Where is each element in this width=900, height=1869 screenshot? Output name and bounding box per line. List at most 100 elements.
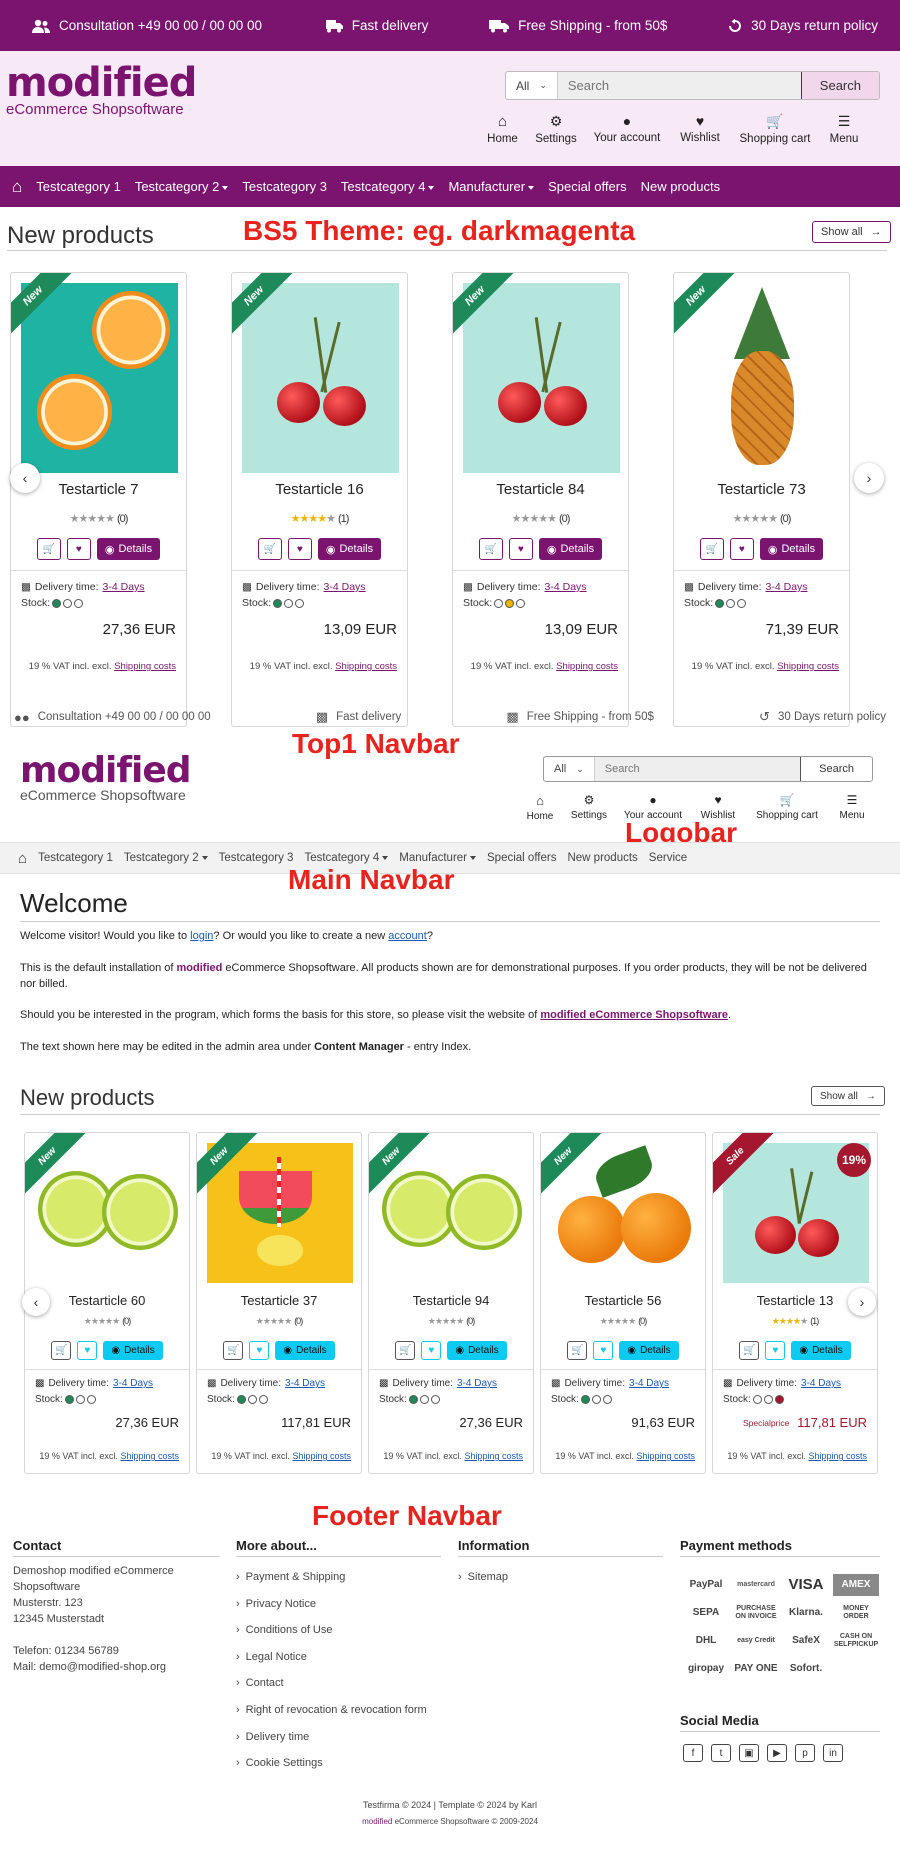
instagram-icon[interactable]: ▣	[739, 1744, 759, 1762]
shipping-costs-link[interactable]: Shipping costs	[464, 1451, 523, 1461]
footer-link[interactable]: › Conditions of Use	[236, 1624, 333, 1636]
product-image[interactable]	[379, 1143, 525, 1283]
nav-special-offers[interactable]: Special offers	[548, 179, 627, 194]
product-image[interactable]	[207, 1143, 353, 1283]
rating-stars[interactable]: ★★★★★ (0)	[453, 512, 628, 525]
logo-2[interactable]: modified eCommerce Shopsoftware	[20, 753, 192, 804]
footer-link[interactable]: › Privacy Notice	[236, 1598, 316, 1610]
shipping-costs-link[interactable]: Shipping costs	[556, 661, 618, 672]
shipping-costs-link[interactable]: Shipping costs	[292, 1451, 351, 1461]
shipping-costs-link[interactable]: Shipping costs	[808, 1451, 867, 1461]
wishlist-button[interactable]: ♥	[765, 1341, 786, 1360]
nav2-testcategory-2[interactable]: Testcategory 2	[124, 852, 208, 864]
wishlist-button[interactable]: ♥	[287, 538, 312, 560]
product-image[interactable]	[21, 283, 178, 473]
product-image[interactable]	[242, 283, 399, 473]
details-button[interactable]: ◉ Details	[317, 538, 382, 560]
nav-manufacturer[interactable]: Manufacturer	[448, 179, 535, 194]
shipping-costs-link[interactable]: Shipping costs	[120, 1451, 179, 1461]
delivery-link[interactable]: 3-4 Days	[324, 581, 366, 593]
nav2-testcategory-1[interactable]: Testcategory 1	[38, 852, 113, 864]
modified-website-link[interactable]: modified eCommerce Shopsoftware	[540, 1009, 728, 1021]
add-to-cart-button[interactable]: 🛒	[257, 538, 282, 560]
show-all-button-2[interactable]: Show all →	[811, 1086, 885, 1106]
wishlist-button[interactable]: ♥	[77, 1341, 98, 1360]
product-name[interactable]: Testarticle 94	[369, 1293, 533, 1308]
add-to-cart-button[interactable]: 🛒	[739, 1341, 760, 1360]
details-button[interactable]: ◉ Details	[103, 1341, 163, 1360]
search-input[interactable]	[557, 72, 801, 99]
delivery-link[interactable]: 3-4 Days	[766, 581, 808, 593]
product-image[interactable]	[35, 1143, 181, 1283]
nav-wishlist[interactable]: ♥ Wishlist	[667, 113, 733, 145]
logo[interactable]: modified eCommerce Shopsoftware	[6, 63, 197, 118]
nav2-home[interactable]: ⌂ Home	[519, 793, 561, 822]
home-icon[interactable]: ⌂	[12, 177, 22, 197]
delivery-link[interactable]: 3-4 Days	[801, 1378, 841, 1389]
product-name[interactable]: Testarticle 37	[197, 1293, 361, 1308]
delivery-link[interactable]: 3-4 Days	[629, 1378, 669, 1389]
rating-stars[interactable]: ★★★★★ (1)	[713, 1316, 877, 1327]
nav-menu[interactable]: ☰ Menu	[817, 113, 871, 145]
delivery-link[interactable]: 3-4 Days	[457, 1378, 497, 1389]
delivery-link[interactable]: 3-4 Days	[103, 581, 145, 593]
carousel-prev-button[interactable]: ‹	[10, 463, 40, 493]
linkedin-icon[interactable]: in	[823, 1744, 843, 1762]
nav2-manufacturer[interactable]: Manufacturer	[399, 852, 477, 864]
add-to-cart-button[interactable]: 🛒	[699, 538, 724, 560]
nav2-special-offers[interactable]: Special offers	[487, 852, 556, 864]
top2-delivery[interactable]: ▩ Fast delivery	[316, 709, 401, 725]
nav2-testcategory-3[interactable]: Testcategory 3	[219, 852, 294, 864]
rating-stars[interactable]: ★★★★★ (0)	[541, 1316, 705, 1327]
rating-stars[interactable]: ★★★★★ (0)	[369, 1316, 533, 1327]
add-to-cart-button[interactable]: 🛒	[36, 538, 61, 560]
details-button[interactable]: ◉ Details	[759, 538, 824, 560]
add-to-cart-button[interactable]: 🛒	[223, 1341, 244, 1360]
footer-link-sitemap[interactable]: › Sitemap	[458, 1571, 508, 1583]
add-to-cart-button[interactable]: 🛒	[51, 1341, 72, 1360]
top2-returns[interactable]: ↺ 30 Days return policy	[759, 709, 886, 725]
nav2-new-products[interactable]: New products	[567, 852, 637, 864]
top-bar-consultation[interactable]: Consultation +49 00 00 / 00 00 00	[32, 18, 262, 33]
search-button[interactable]: Search	[800, 72, 879, 99]
details-button[interactable]: ◉ Details	[538, 538, 603, 560]
add-to-cart-button[interactable]: 🛒	[395, 1341, 416, 1360]
details-button[interactable]: ◉ Details	[275, 1341, 335, 1360]
wishlist-button[interactable]: ♥	[729, 538, 754, 560]
rating-stars[interactable]: ★★★★★ (1)	[232, 512, 407, 525]
login-link[interactable]: login	[190, 930, 213, 942]
delivery-link[interactable]: 3-4 Days	[545, 581, 587, 593]
product-name[interactable]: Testarticle 73	[674, 481, 849, 498]
wishlist-button[interactable]: ♥	[421, 1341, 442, 1360]
carousel-next-button[interactable]: ›	[854, 463, 884, 493]
footer-link[interactable]: › Right of revocation & revocation form	[236, 1704, 427, 1716]
shipping-costs-link[interactable]: Shipping costs	[114, 661, 176, 672]
delivery-link[interactable]: 3-4 Days	[285, 1378, 325, 1389]
nav-testcategory-4[interactable]: Testcategory 4	[341, 179, 435, 194]
product-image[interactable]	[551, 1143, 697, 1283]
nav-testcategory-2[interactable]: Testcategory 2	[135, 179, 229, 194]
show-all-button[interactable]: Show all →	[812, 221, 891, 243]
delivery-link[interactable]: 3-4 Days	[113, 1378, 153, 1389]
search-category-select[interactable]: All ⌄	[506, 72, 558, 99]
search-category-select-2[interactable]: All ⌄	[544, 757, 595, 781]
carousel2-prev-button[interactable]: ‹	[22, 1288, 50, 1316]
add-to-cart-button[interactable]: 🛒	[567, 1341, 588, 1360]
twitter-icon[interactable]: t	[711, 1744, 731, 1762]
wishlist-button[interactable]: ♥	[249, 1341, 270, 1360]
shipping-costs-link[interactable]: Shipping costs	[335, 661, 397, 672]
details-button[interactable]: ◉ Details	[96, 538, 161, 560]
top2-consultation[interactable]: ●● Consultation +49 00 00 / 00 00 00	[14, 710, 211, 725]
product-name[interactable]: Testarticle 56	[541, 1293, 705, 1308]
rating-stars[interactable]: ★★★★★ (0)	[11, 512, 186, 525]
nav2-service[interactable]: Service	[649, 852, 687, 864]
rating-stars[interactable]: ★★★★★ (0)	[197, 1316, 361, 1327]
top2-free-shipping[interactable]: ▩ Free Shipping - from 50$	[506, 709, 654, 725]
top-bar-delivery[interactable]: Fast delivery	[323, 18, 428, 33]
nav-testcategory-1[interactable]: Testcategory 1	[36, 179, 121, 194]
nav-settings[interactable]: ⚙ Settings	[525, 113, 587, 145]
product-image[interactable]	[463, 283, 620, 473]
search-button-2[interactable]: Search	[800, 757, 872, 781]
nav-cart[interactable]: 🛒 Shopping cart	[733, 113, 817, 145]
nav2-menu[interactable]: ☰ Menu	[827, 793, 877, 822]
